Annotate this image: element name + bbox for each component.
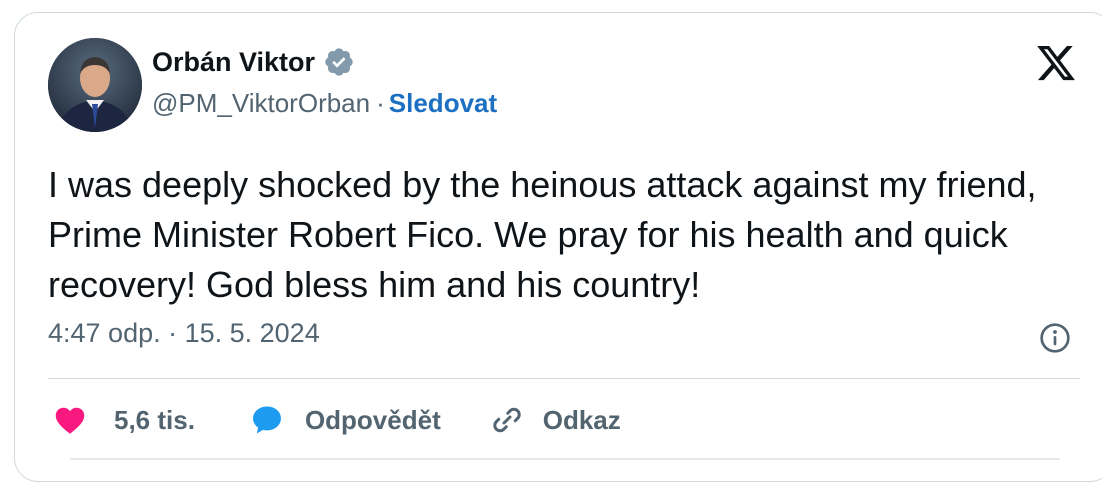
separator-dot: · bbox=[376, 88, 385, 118]
author-name[interactable]: Orbán Viktor bbox=[152, 47, 315, 78]
like-button[interactable]: 5,6 tis. bbox=[52, 402, 195, 438]
author-handle-row: @PM_ViktorOrban · Sledovat bbox=[152, 88, 497, 119]
reply-button[interactable]: Odpovědět bbox=[249, 402, 441, 438]
tweet-text: I was deeply shocked by the heinous atta… bbox=[48, 164, 1037, 305]
divider bbox=[48, 378, 1080, 379]
author-avatar[interactable] bbox=[48, 38, 142, 132]
info-icon[interactable] bbox=[1039, 322, 1071, 354]
follow-button[interactable]: Sledovat bbox=[389, 88, 497, 119]
copy-link-button[interactable]: Odkaz bbox=[489, 402, 621, 438]
speech-bubble-icon bbox=[252, 406, 281, 434]
author-handle[interactable]: @PM_ViktorOrban bbox=[152, 88, 370, 119]
link-icon bbox=[493, 407, 521, 433]
verified-badge-icon bbox=[325, 48, 353, 76]
tweet-actions: 5,6 tis. Odpovědět Odkaz bbox=[52, 398, 621, 442]
like-count: 5,6 tis. bbox=[114, 404, 195, 435]
heart-icon bbox=[55, 407, 85, 434]
x-logo-icon[interactable] bbox=[1033, 42, 1079, 84]
tweet-timestamp[interactable]: 4:47 odp. · 15. 5. 2024 bbox=[48, 318, 320, 349]
reply-label: Odpovědět bbox=[304, 404, 441, 435]
link-label: Odkaz bbox=[542, 404, 621, 435]
author-name-row: Orbán Viktor bbox=[152, 46, 355, 78]
